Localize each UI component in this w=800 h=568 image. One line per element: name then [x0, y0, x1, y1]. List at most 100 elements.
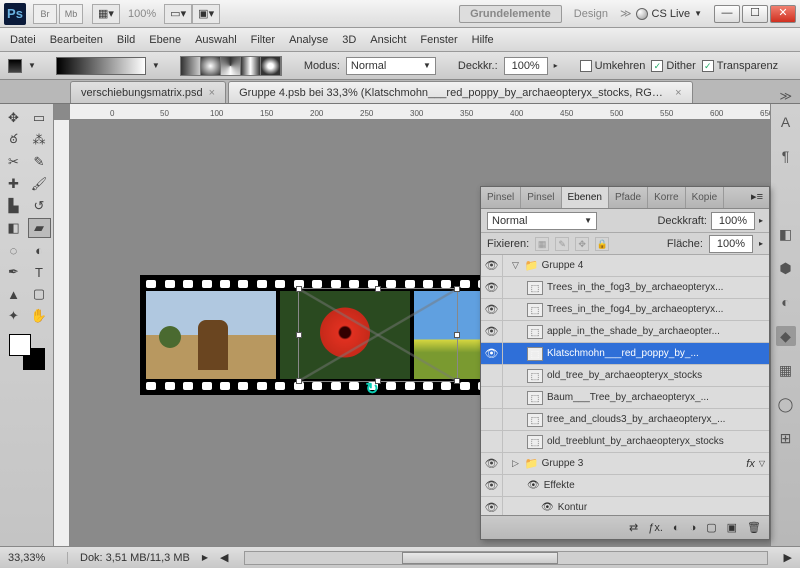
menu-analyse[interactable]: Analyse: [289, 34, 328, 46]
layer-name[interactable]: old_treeblunt_by_archaeopteryx_stocks: [547, 436, 765, 447]
shape-tool[interactable]: ▢: [28, 284, 51, 304]
lock-paint-icon[interactable]: ✎: [555, 237, 569, 251]
swatches-panel-icon[interactable]: ◧: [776, 224, 796, 244]
workspace-more[interactable]: ≫: [620, 7, 632, 20]
transform-handle[interactable]: [454, 332, 460, 338]
fill-input[interactable]: 100%: [709, 235, 753, 253]
layer-row[interactable]: 👁▷📁Gruppe 3fx▽: [481, 453, 769, 475]
layer-row[interactable]: ⬚Baum___Tree_by_archaeopteryx_...: [481, 387, 769, 409]
path-select-tool[interactable]: ▲: [2, 284, 25, 304]
layer-row[interactable]: ⬚old_treeblunt_by_archaeopteryx_stocks: [481, 431, 769, 453]
scroll-left[interactable]: ◀: [220, 551, 228, 564]
layer-thumb[interactable]: ⬚: [527, 281, 543, 295]
scroll-right[interactable]: ▶: [784, 551, 792, 564]
gradient-radial[interactable]: [201, 57, 221, 75]
new-layer-icon[interactable]: ▣: [727, 521, 737, 534]
visibility-icon[interactable]: [481, 409, 503, 430]
paragraph-panel-icon[interactable]: ¶: [776, 146, 796, 166]
transform-handle[interactable]: [296, 378, 302, 384]
stamp-tool[interactable]: ▙: [2, 196, 25, 216]
layer-thumb[interactable]: ⬚: [527, 369, 543, 383]
gradient-linear[interactable]: [181, 57, 201, 75]
fx-icon[interactable]: ƒx.: [648, 522, 663, 534]
transform-handle[interactable]: [454, 378, 460, 384]
visibility-icon[interactable]: [481, 365, 503, 386]
cs-live[interactable]: CS Live▼: [636, 8, 702, 20]
adjustment-icon[interactable]: ◑: [690, 522, 697, 534]
blur-tool[interactable]: ◌: [2, 240, 25, 260]
lock-move-icon[interactable]: ✥: [575, 237, 589, 251]
layer-thumb[interactable]: ⬚: [527, 303, 543, 317]
info-panel-icon[interactable]: ⊞: [776, 428, 796, 448]
layer-name[interactable]: Kontur: [558, 502, 765, 513]
wand-tool[interactable]: ⁂: [28, 130, 51, 150]
workspace-essentials[interactable]: Grundelemente: [459, 5, 562, 23]
visibility-icon[interactable]: 👁: [481, 475, 503, 496]
visibility-icon[interactable]: 👁: [481, 277, 503, 298]
foreground-color[interactable]: [9, 334, 31, 356]
layer-list[interactable]: 👁▽📁Gruppe 4👁⬚Trees_in_the_fog3_by_archae…: [481, 255, 769, 515]
layer-row[interactable]: 👁⬚Klatschmohn___red_poppy_by_...: [481, 343, 769, 365]
transform-handle[interactable]: [296, 332, 302, 338]
layers-panel-icon[interactable]: ◆: [776, 326, 796, 346]
paths-panel-icon[interactable]: ◯: [776, 394, 796, 414]
tab-pinsel1[interactable]: Pinsel: [481, 187, 521, 208]
workspace-design[interactable]: Design: [566, 6, 616, 22]
history-brush-tool[interactable]: ↺: [28, 196, 51, 216]
hand-tool[interactable]: ✋: [28, 306, 51, 326]
color-swatches[interactable]: [9, 334, 45, 370]
gradient-diamond[interactable]: [261, 57, 281, 75]
layer-row[interactable]: ⬚old_tree_by_archaeopteryx_stocks: [481, 365, 769, 387]
gradient-angle[interactable]: [221, 57, 241, 75]
layer-row[interactable]: 👁👁Kontur: [481, 497, 769, 515]
visibility-icon[interactable]: 👁: [481, 255, 503, 276]
layer-name[interactable]: tree_and_clouds3_by_archaeopteryx_...: [547, 414, 765, 425]
close-button[interactable]: ✕: [770, 5, 796, 23]
transform-box[interactable]: ↻: [298, 288, 458, 382]
layer-name[interactable]: Trees_in_the_fog3_by_archaeopteryx...: [547, 282, 765, 293]
visibility-icon[interactable]: 👁: [481, 453, 503, 474]
3d-tool[interactable]: ✦: [2, 306, 25, 326]
layer-opacity-input[interactable]: 100%: [711, 212, 755, 230]
tab-pfade[interactable]: Pfade: [609, 187, 648, 208]
menu-ebene[interactable]: Ebene: [149, 34, 181, 46]
tab-ebenen[interactable]: Ebenen: [562, 187, 609, 208]
bridge-button[interactable]: Br: [33, 4, 57, 24]
layer-row[interactable]: 👁⬚apple_in_the_shade_by_archaeopter...: [481, 321, 769, 343]
crop-tool[interactable]: ✂: [2, 152, 25, 172]
group-icon[interactable]: ▢: [706, 521, 716, 534]
lock-pixels-icon[interactable]: ▦: [535, 237, 549, 251]
close-icon[interactable]: ×: [675, 87, 681, 99]
adjustments-panel-icon[interactable]: ◐: [776, 292, 796, 312]
tab-overflow[interactable]: ≫: [771, 89, 800, 103]
screenmode-dropdown[interactable]: ▣▾: [192, 4, 220, 24]
close-icon[interactable]: ×: [209, 87, 215, 99]
minimize-button[interactable]: —: [714, 5, 740, 23]
doc-tab-0[interactable]: verschiebungsmatrix.psd×: [70, 81, 226, 103]
menu-bearbeiten[interactable]: Bearbeiten: [50, 34, 103, 46]
scrollbar-thumb[interactable]: [402, 552, 558, 564]
h-scrollbar[interactable]: [244, 551, 767, 565]
menu-bild[interactable]: Bild: [117, 34, 135, 46]
transparency-checkbox[interactable]: ✓Transparenz: [702, 60, 778, 72]
menu-hilfe[interactable]: Hilfe: [472, 34, 494, 46]
brush-tool[interactable]: 🖌: [28, 174, 51, 194]
gradient-reflected[interactable]: [241, 57, 261, 75]
doc-tab-1[interactable]: Gruppe 4.psb bei 33,3% (Klatschmohn___re…: [228, 81, 692, 103]
lock-all-icon[interactable]: 🔒: [595, 237, 609, 251]
tab-kopie[interactable]: Kopie: [686, 187, 725, 208]
minibridge-button[interactable]: Mb: [59, 4, 83, 24]
gradient-types[interactable]: [180, 56, 282, 76]
status-zoom[interactable]: 33,33%: [8, 552, 68, 564]
visibility-icon[interactable]: 👁: [481, 343, 503, 364]
eyedropper-tool[interactable]: ✎: [28, 152, 51, 172]
layer-thumb[interactable]: ⬚: [527, 413, 543, 427]
layer-name[interactable]: Trees_in_the_fog4_by_archaeopteryx...: [547, 304, 765, 315]
type-tool[interactable]: T: [28, 262, 51, 282]
tool-preset[interactable]: [8, 59, 22, 73]
layer-name[interactable]: apple_in_the_shade_by_archaeopter...: [547, 326, 765, 337]
layer-name[interactable]: Gruppe 3: [542, 458, 747, 469]
trash-icon[interactable]: 🗑: [747, 521, 761, 534]
lasso-tool[interactable]: ఠ: [2, 130, 25, 150]
layer-thumb[interactable]: ⬚: [527, 347, 543, 361]
